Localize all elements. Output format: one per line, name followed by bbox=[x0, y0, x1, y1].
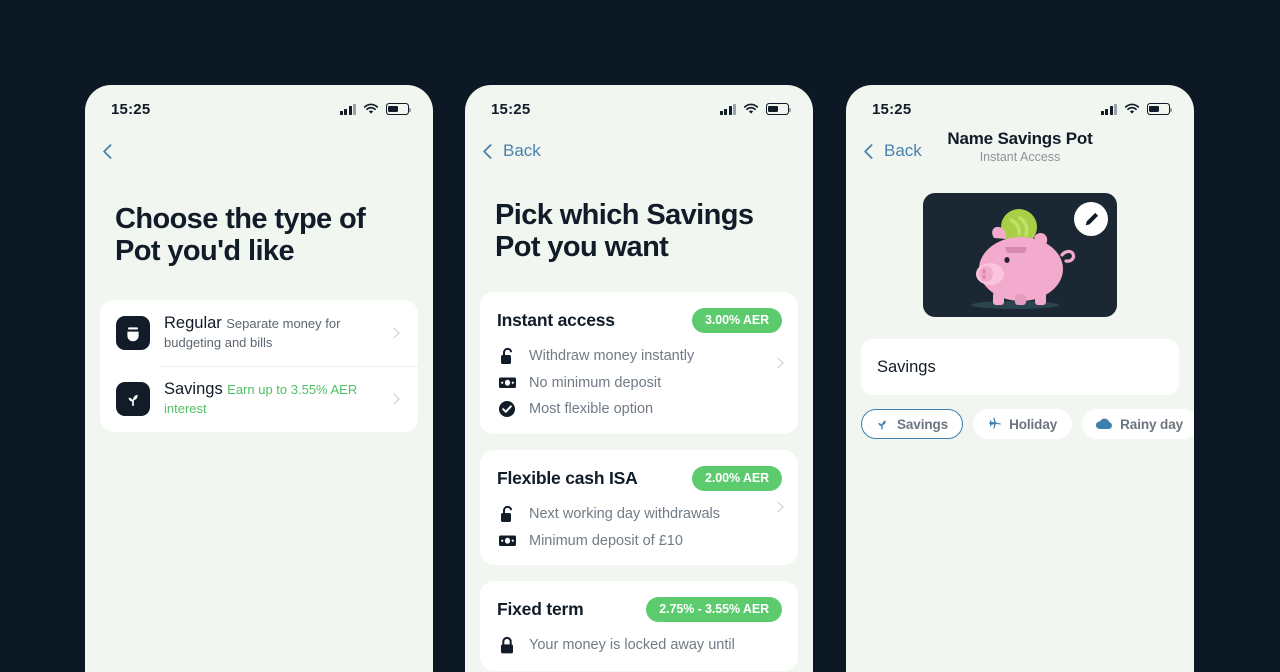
chip-label: Holiday bbox=[1009, 416, 1058, 432]
feature-row: Minimum deposit of £10 bbox=[497, 533, 782, 549]
feature-row: No minimum deposit bbox=[497, 375, 782, 391]
option-features: Withdraw money instantly No minimum depo… bbox=[497, 347, 782, 418]
pot-name-input[interactable]: Savings bbox=[861, 339, 1179, 395]
wifi-icon bbox=[1124, 103, 1140, 114]
unlock-icon bbox=[497, 347, 517, 366]
option-header: Flexible cash ISA 2.00% AER bbox=[497, 465, 782, 491]
chevron-right-icon bbox=[388, 392, 400, 405]
feature-text: Your money is locked away until bbox=[529, 637, 735, 654]
check-circle-icon bbox=[497, 400, 517, 418]
feature-text: Next working day withdrawals bbox=[529, 506, 720, 523]
list-item-title: Savings bbox=[164, 379, 223, 398]
chevron-left-icon bbox=[863, 143, 880, 159]
feature-text: No minimum deposit bbox=[529, 374, 662, 391]
status-time: 15:25 bbox=[111, 100, 151, 118]
cloud-icon bbox=[1096, 418, 1113, 429]
chevron-left-icon bbox=[482, 143, 499, 159]
banknote-icon bbox=[497, 376, 517, 389]
phone-screen-name-savings-pot: 15:25 Back Name Savings Pot Instant Acce… bbox=[846, 85, 1194, 672]
chip-savings[interactable]: Savings bbox=[861, 409, 964, 439]
page-title: Choose the type of Pot you'd like bbox=[115, 203, 366, 268]
wifi-icon bbox=[743, 103, 759, 114]
pot-name-suggestion-chips: Savings Holiday Rainy day bbox=[846, 409, 1194, 439]
banknote-icon bbox=[497, 534, 517, 547]
status-bar: 15:25 bbox=[85, 85, 433, 127]
status-badge: 2.75% - 3.55% AER bbox=[646, 596, 782, 622]
screenshot-stage: 15:25 Choose the type of Pot you'd like bbox=[0, 0, 1280, 672]
status-time: 15:25 bbox=[872, 100, 912, 118]
sprout-icon bbox=[116, 381, 150, 416]
cellular-signal-icon bbox=[339, 103, 356, 115]
feature-row: Next working day withdrawals bbox=[497, 505, 782, 524]
option-features: Next working day withdrawals Minimum dep… bbox=[497, 505, 782, 549]
battery-icon bbox=[766, 103, 792, 115]
nav-bar-screen3: Back Name Savings Pot Instant Access bbox=[846, 127, 1194, 175]
chip-label: Savings bbox=[897, 416, 949, 432]
airplane-icon bbox=[988, 417, 1001, 429]
status-icons bbox=[1100, 103, 1173, 115]
nav-bar-screen1 bbox=[85, 127, 433, 175]
feature-text: Most flexible option bbox=[529, 400, 654, 417]
list-item-savings[interactable]: Savings Earn up to 3.55% AER interest bbox=[100, 365, 418, 432]
piggy-bank-illustration bbox=[923, 193, 1117, 317]
option-header: Instant access 3.00% AER bbox=[497, 307, 782, 333]
savings-pot-options: Instant access 3.00% AER Withdraw money … bbox=[465, 291, 813, 671]
pencil-icon bbox=[1085, 212, 1098, 225]
cellular-signal-icon bbox=[719, 103, 736, 115]
battery-icon bbox=[1147, 103, 1173, 115]
feature-text: Minimum deposit of £10 bbox=[529, 532, 683, 549]
chevron-right-icon bbox=[388, 327, 400, 339]
chip-holiday[interactable]: Holiday bbox=[973, 409, 1073, 439]
chip-label: Rainy day bbox=[1120, 416, 1184, 432]
option-features: Your money is locked away until bbox=[497, 636, 782, 655]
wifi-icon bbox=[363, 103, 379, 114]
phone-screen-pick-savings-pot: 15:25 Back Pick which Savings Pot you wa… bbox=[465, 85, 813, 672]
list-item-text: Savings Earn up to 3.55% AER interest bbox=[164, 380, 376, 418]
list-item-text: Regular Separate money for budgeting and… bbox=[164, 314, 376, 352]
feature-row: Most flexible option bbox=[497, 400, 782, 418]
option-title: Fixed term bbox=[497, 598, 584, 619]
status-icons bbox=[719, 103, 792, 115]
pot-name-value: Savings bbox=[877, 357, 936, 376]
sprout-icon bbox=[878, 420, 886, 430]
status-time: 15:25 bbox=[491, 100, 531, 118]
status-icons bbox=[339, 103, 412, 115]
list-item-regular[interactable]: Regular Separate money for budgeting and… bbox=[100, 300, 418, 366]
chip-rainy-day[interactable]: Rainy day bbox=[1082, 409, 1194, 439]
pot-type-list: Regular Separate money for budgeting and… bbox=[100, 299, 418, 432]
nav-bar-screen2: Back bbox=[465, 127, 813, 175]
back-button-label: Back bbox=[503, 141, 541, 160]
chevron-left-icon bbox=[102, 143, 119, 159]
back-button[interactable]: Back bbox=[482, 141, 541, 161]
status-badge: 2.00% AER bbox=[692, 465, 782, 491]
option-title: Flexible cash ISA bbox=[497, 467, 638, 488]
option-card-instant-access[interactable]: Instant access 3.00% AER Withdraw money … bbox=[480, 291, 798, 434]
feature-text: Withdraw money instantly bbox=[529, 348, 695, 365]
feature-row: Your money is locked away until bbox=[497, 636, 782, 655]
cellular-signal-icon bbox=[1100, 103, 1117, 115]
feature-row: Withdraw money instantly bbox=[497, 347, 782, 366]
back-button[interactable] bbox=[102, 143, 119, 159]
back-button[interactable]: Back bbox=[863, 141, 922, 161]
option-title: Instant access bbox=[497, 309, 615, 330]
edit-pot-image-button[interactable] bbox=[1074, 202, 1108, 236]
status-badge: 3.00% AER bbox=[692, 307, 782, 333]
option-header: Fixed term 2.75% - 3.55% AER bbox=[497, 596, 782, 622]
list-item-title: Regular bbox=[164, 313, 222, 332]
lock-icon bbox=[497, 636, 517, 655]
phone-screen-choose-pot-type: 15:25 Choose the type of Pot you'd like bbox=[85, 85, 433, 672]
unlock-icon bbox=[497, 505, 517, 524]
battery-icon bbox=[386, 103, 412, 115]
option-card-fixed-term[interactable]: Fixed term 2.75% - 3.55% AER Your money … bbox=[480, 580, 798, 671]
pot-icon bbox=[116, 315, 150, 350]
page-title: Pick which Savings Pot you want bbox=[495, 199, 754, 264]
back-button-label: Back bbox=[884, 141, 922, 160]
status-bar: 15:25 bbox=[846, 85, 1194, 127]
option-card-flexible-cash-isa[interactable]: Flexible cash ISA 2.00% AER Next working… bbox=[480, 449, 798, 565]
status-bar: 15:25 bbox=[465, 85, 813, 127]
